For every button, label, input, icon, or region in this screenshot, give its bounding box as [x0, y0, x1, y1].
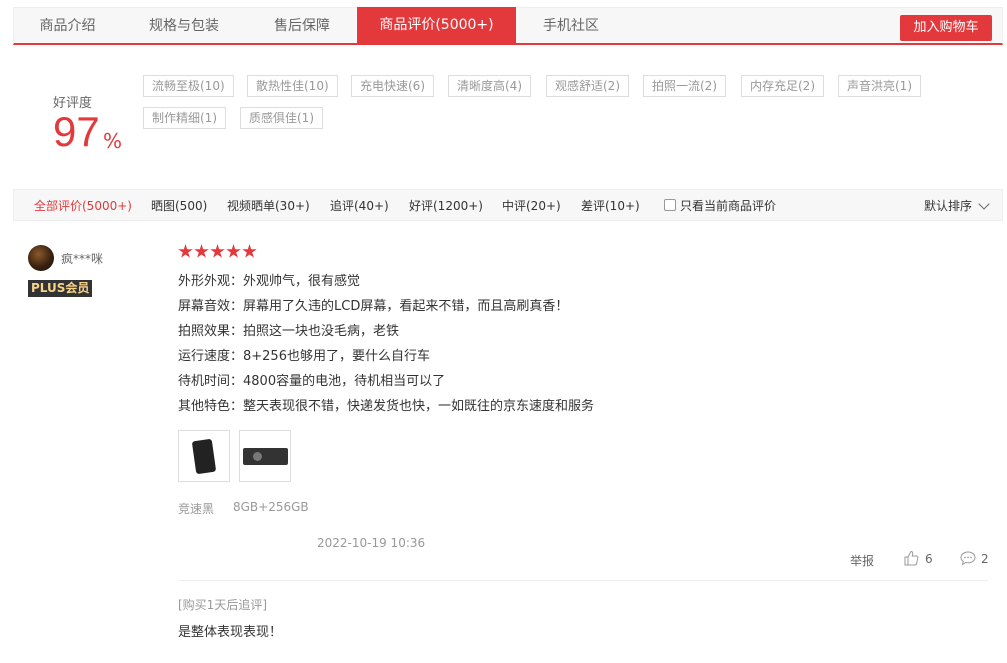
tab-product-intro[interactable]: 商品介绍 — [14, 8, 121, 44]
add-to-cart-button[interactable]: 加入购物车 — [900, 15, 992, 41]
filter-all[interactable]: 全部评价(5000+) — [34, 190, 132, 222]
comment-icon[interactable] — [960, 550, 976, 566]
review-photo-thumbnail[interactable] — [239, 430, 291, 482]
tab-after-sales[interactable]: 售后保障 — [247, 8, 357, 44]
review-photo-thumbnail[interactable] — [178, 430, 230, 482]
thumbs-up-icon[interactable] — [903, 550, 919, 566]
filter-videos[interactable]: 视频晒单(30+) — [227, 190, 310, 222]
only-current-checkbox[interactable] — [664, 199, 676, 211]
filter-neutral[interactable]: 中评(20+) — [502, 190, 561, 222]
sort-dropdown[interactable]: 默认排序 — [924, 190, 972, 222]
phone-image — [243, 448, 288, 465]
star-icon — [194, 244, 209, 258]
report-link[interactable]: 举报 — [850, 552, 874, 569]
avatar[interactable] — [28, 245, 54, 271]
review-line: 其他特色：整天表现很不错，快递发货也快，一如既往的京东速度和服务 — [178, 399, 595, 414]
rating-unit: % — [103, 129, 123, 153]
review-tag[interactable]: 声音洪亮(1) — [838, 75, 921, 97]
review-line: 外形外观：外观帅气，很有感觉 — [178, 274, 361, 289]
plus-member-badge: PLUS会员 — [28, 280, 93, 297]
review-tag[interactable]: 观感舒适(2) — [546, 75, 629, 97]
divider — [178, 580, 988, 581]
rating-value: 97 — [53, 108, 100, 155]
star-icon — [210, 244, 225, 258]
filter-positive[interactable]: 好评(1200+) — [409, 190, 483, 222]
follow-up-label: [购买1天后追评] — [178, 598, 267, 612]
review-filter-bar: 全部评价(5000+) 晒图(500) 视频晒单(30+) 追评(40+) 好评… — [13, 189, 1003, 221]
like-count: 6 — [925, 552, 933, 566]
review-tag[interactable]: 拍照一流(2) — [643, 75, 726, 97]
review-date: 2022-10-19 10:36 — [317, 536, 426, 550]
star-icon — [242, 244, 257, 258]
review-line: 运行速度：8+256也够用了，要什么自行车 — [178, 349, 430, 364]
review-line: 屏幕音效：屏幕用了久违的LCD屏幕，看起来不错，而且高刷真香！ — [178, 299, 569, 314]
product-color: 竞速黑 — [178, 502, 215, 516]
product-tab-bar: 商品介绍 规格与包装 售后保障 商品评价(5000+) 手机社区 加入购物车 — [13, 7, 1003, 45]
filter-negative[interactable]: 差评(10+) — [581, 190, 640, 222]
review-content: 外形外观：外观帅气，很有感觉 屏幕音效：屏幕用了久违的LCD屏幕，看起来不错，而… — [178, 272, 594, 422]
reviewer-name: 疯***咪 — [61, 252, 104, 266]
star-rating — [178, 244, 258, 262]
review-tag[interactable]: 充电快速(6) — [351, 75, 434, 97]
star-icon — [178, 244, 193, 258]
star-icon — [226, 244, 241, 258]
review-tag[interactable]: 内存充足(2) — [741, 75, 824, 97]
review-tag[interactable]: 流畅至极(10) — [143, 75, 234, 97]
review-tag[interactable]: 散热性佳(10) — [247, 75, 338, 97]
filter-follow-up[interactable]: 追评(40+) — [330, 190, 389, 222]
review-line: 待机时间：4800容量的电池，待机相当可以了 — [178, 374, 446, 389]
chevron-down-icon — [978, 198, 990, 210]
review-tag[interactable]: 质感俱佳(1) — [240, 107, 323, 129]
comment-count: 2 — [981, 552, 989, 566]
review-line: 拍照效果：拍照这一块也没毛病，老铁 — [178, 324, 400, 339]
follow-up-text: 是整体表现表现！ — [178, 625, 283, 640]
tab-reviews[interactable]: 商品评价(5000+) — [357, 7, 516, 45]
tab-specs[interactable]: 规格与包装 — [121, 8, 247, 44]
product-spec: 8GB+256GB — [233, 500, 309, 514]
tab-community[interactable]: 手机社区 — [516, 8, 626, 44]
review-tag[interactable]: 制作精细(1) — [143, 107, 226, 129]
only-current-label[interactable]: 只看当前商品评价 — [680, 190, 776, 222]
filter-photos[interactable]: 晒图(500) — [151, 190, 207, 222]
review-tag[interactable]: 清晰度高(4) — [448, 75, 531, 97]
phone-image — [191, 438, 217, 475]
